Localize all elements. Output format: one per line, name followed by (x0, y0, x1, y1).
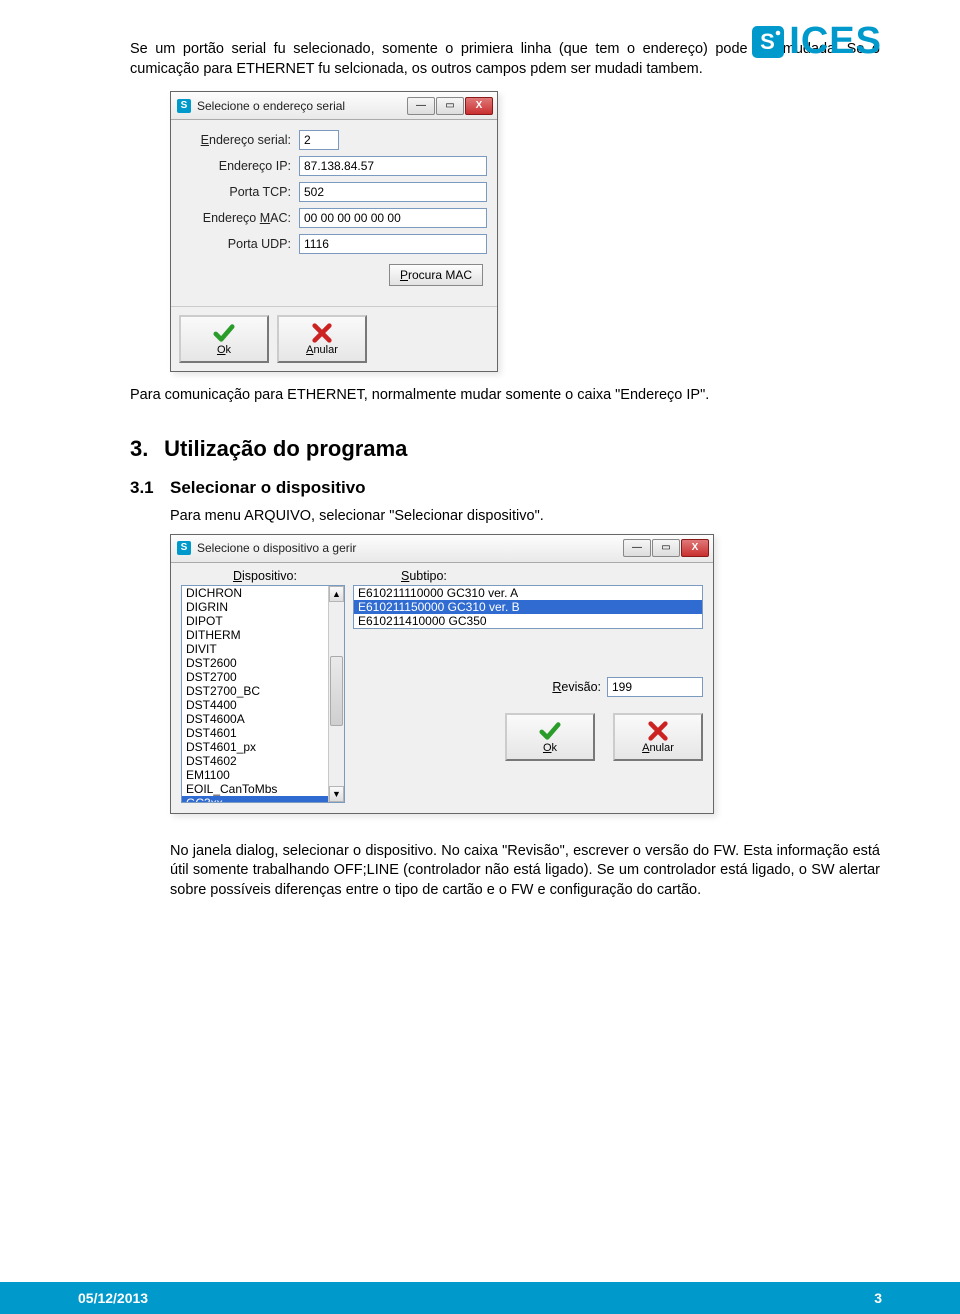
cancel-button[interactable]: Anular (613, 713, 703, 761)
tcp-label: Porta TCP: (181, 185, 299, 199)
list-item[interactable]: DST2600 (182, 656, 328, 670)
list-item[interactable]: DST2700 (182, 670, 328, 684)
logo-text: ICES (789, 20, 882, 63)
dialog-title: Selecione o endereço serial (197, 99, 406, 113)
footer-date: 05/12/2013 (78, 1290, 148, 1306)
paragraph-ethernet-note: Para comunicação para ETHERNET, normalme… (130, 386, 880, 406)
scrollbar[interactable]: ▲ ▼ (328, 586, 344, 802)
list-item[interactable]: DST4400 (182, 698, 328, 712)
list-item[interactable]: GC3xx (182, 796, 328, 802)
list-item[interactable]: DST4602 (182, 754, 328, 768)
list-item[interactable]: DST4601 (182, 726, 328, 740)
tcp-input[interactable]: 502 (299, 182, 487, 202)
maximize-button[interactable]: ▭ (652, 539, 680, 557)
dispositivo-label: Dispositivo: (181, 569, 341, 583)
footer-page: 3 (874, 1290, 882, 1306)
list-item[interactable]: DICHRON (182, 586, 328, 600)
app-icon: S (177, 99, 191, 113)
dialog-titlebar[interactable]: S Selecione o dispositivo a gerir — ▭ X (171, 535, 713, 563)
cross-icon (311, 322, 333, 344)
list-item[interactable]: DST4601_px (182, 740, 328, 754)
dialog-serial-address: S Selecione o endereço serial — ▭ X Ende… (170, 91, 498, 372)
device-listbox[interactable]: DICHRONDIGRINDIPOTDITHERMDIVITDST2600DST… (181, 585, 345, 803)
procura-mac-button[interactable]: Procura MAC (389, 264, 483, 286)
list-item[interactable]: EM1100 (182, 768, 328, 782)
list-item[interactable]: EOIL_CanToMbs (182, 782, 328, 796)
dialog-titlebar[interactable]: S Selecione o endereço serial — ▭ X (171, 92, 497, 120)
list-item[interactable]: DST2700_BC (182, 684, 328, 698)
heading-level2: 3. Utilização do programa (130, 436, 880, 462)
paragraph-dialog-instruction: No janela dialog, selecionar o dispositi… (170, 842, 880, 901)
revisao-input[interactable]: 199 (607, 677, 703, 697)
close-button[interactable]: X (681, 539, 709, 557)
mac-label: Endereço MAC: (181, 211, 299, 225)
subtype-listbox[interactable]: E610211110000 GC310 ver. AE610211150000 … (353, 585, 703, 629)
serial-input[interactable]: 2 (299, 130, 339, 150)
minimize-button[interactable]: — (623, 539, 651, 557)
minimize-button[interactable]: — (407, 97, 435, 115)
app-icon: S (177, 541, 191, 555)
scroll-thumb[interactable] (330, 656, 343, 726)
udp-label: Porta UDP: (181, 237, 299, 251)
serial-label: Endereço serial: (181, 133, 299, 147)
mac-input[interactable]: 00 00 00 00 00 00 (299, 208, 487, 228)
ip-label: Endereço IP: (181, 159, 299, 173)
list-item[interactable]: E610211410000 GC350 (354, 614, 702, 628)
check-icon (213, 322, 235, 344)
revisao-label: Revisão: (552, 680, 601, 694)
cross-icon (647, 720, 669, 742)
cancel-button[interactable]: Anular (277, 315, 367, 363)
close-button[interactable]: X (465, 97, 493, 115)
list-item[interactable]: E610211110000 GC310 ver. A (354, 586, 702, 600)
dialog-select-device: S Selecione o dispositivo a gerir — ▭ X … (170, 534, 714, 814)
scroll-up-button[interactable]: ▲ (329, 586, 344, 602)
footer-bar: 05/12/2013 3 (0, 1282, 960, 1314)
subtipo-label: Subtipo: (341, 569, 703, 583)
ip-input[interactable]: 87.138.84.57 (299, 156, 487, 176)
logo-icon: S (751, 25, 785, 59)
list-item[interactable]: DST4600A (182, 712, 328, 726)
heading-level3: 3.1 Selecionar o dispositivo (130, 478, 880, 498)
list-item[interactable]: E610211150000 GC310 ver. B (354, 600, 702, 614)
list-item[interactable]: DIGRIN (182, 600, 328, 614)
paragraph-menu-instruction: Para menu ARQUIVO, selecionar "Seleciona… (170, 508, 880, 524)
udp-input[interactable]: 1116 (299, 234, 487, 254)
list-item[interactable]: DIPOT (182, 614, 328, 628)
dialog-title: Selecione o dispositivo a gerir (197, 541, 622, 555)
list-item[interactable]: DITHERM (182, 628, 328, 642)
ok-button[interactable]: Ok (505, 713, 595, 761)
check-icon (539, 720, 561, 742)
scroll-down-button[interactable]: ▼ (329, 786, 344, 802)
list-item[interactable]: DIVIT (182, 642, 328, 656)
ok-button[interactable]: Ok (179, 315, 269, 363)
brand-logo: S ICES (751, 20, 882, 63)
svg-text:S: S (760, 29, 776, 54)
maximize-button[interactable]: ▭ (436, 97, 464, 115)
